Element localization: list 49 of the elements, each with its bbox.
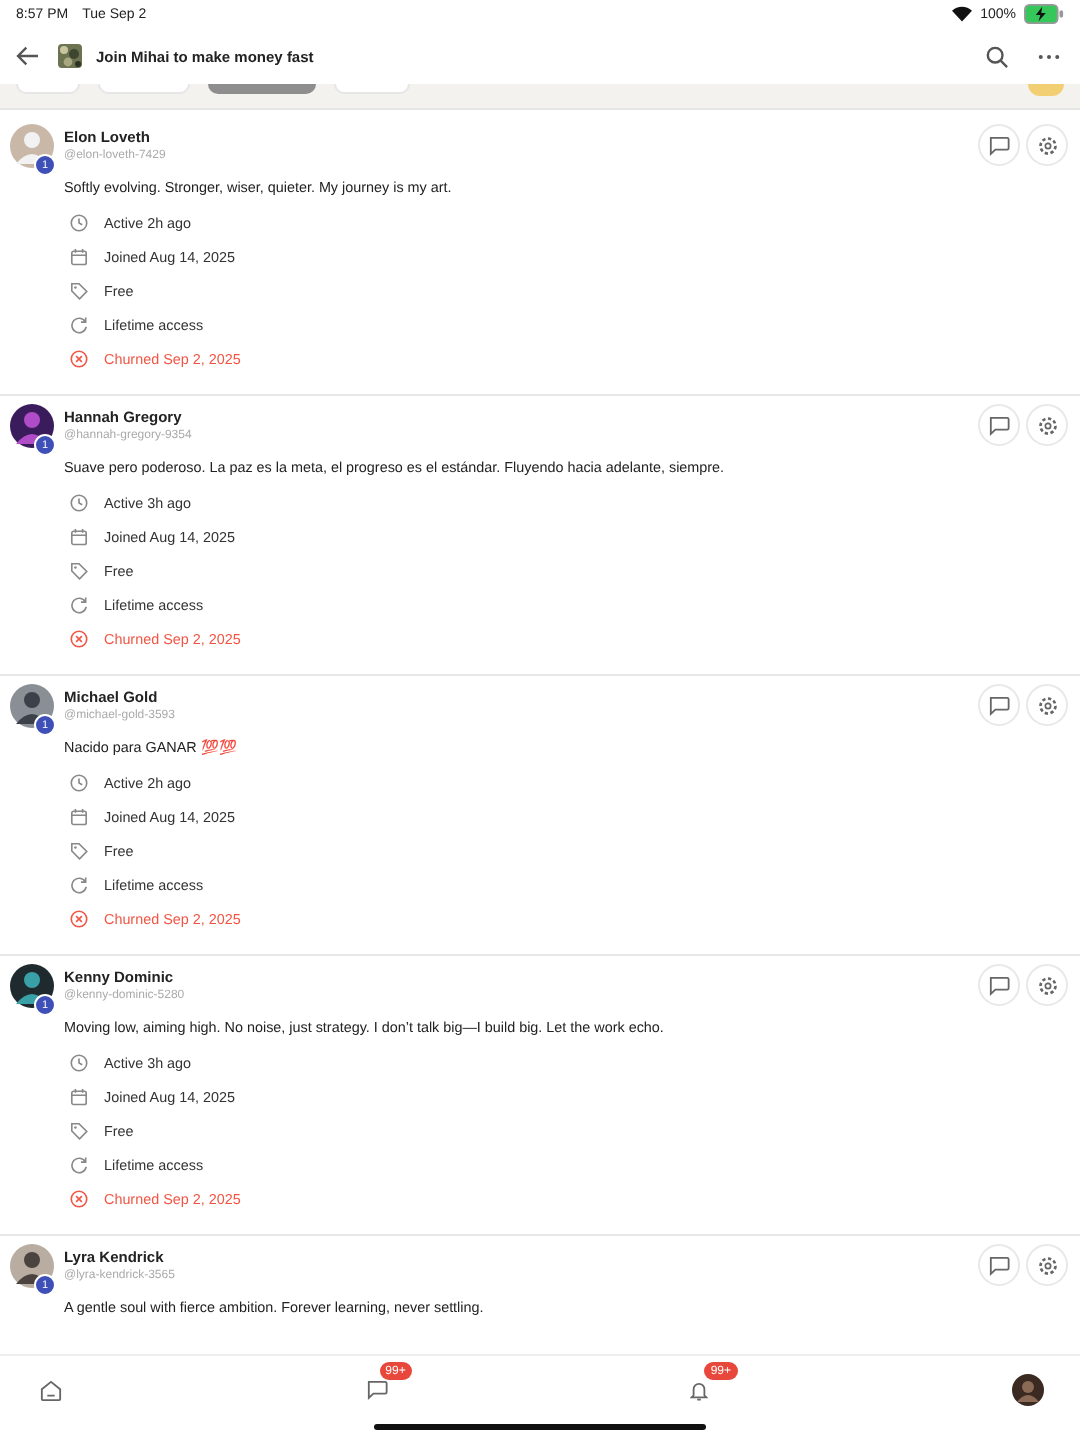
search-icon[interactable] bbox=[986, 45, 1008, 67]
settings-icon bbox=[1037, 135, 1057, 155]
settings-button[interactable] bbox=[1026, 404, 1068, 446]
clock-icon bbox=[70, 214, 88, 232]
message-button[interactable] bbox=[978, 684, 1020, 726]
cancel-icon bbox=[70, 350, 88, 368]
back-arrow-icon[interactable] bbox=[16, 46, 40, 66]
settings-button[interactable] bbox=[1026, 124, 1068, 166]
cancel-icon bbox=[70, 910, 88, 928]
message-button[interactable] bbox=[978, 1244, 1020, 1286]
bell-icon[interactable] bbox=[690, 1379, 709, 1401]
settings-button[interactable] bbox=[1026, 1244, 1068, 1286]
clock-icon bbox=[70, 494, 88, 512]
settings-icon bbox=[1037, 1255, 1057, 1275]
refresh-icon bbox=[70, 1156, 88, 1174]
calendar-icon bbox=[70, 808, 88, 826]
settings-icon bbox=[1037, 975, 1057, 995]
cancel-icon bbox=[70, 1190, 88, 1208]
settings-button[interactable] bbox=[1026, 964, 1068, 1006]
settings-button[interactable] bbox=[1026, 684, 1068, 726]
tag-icon bbox=[70, 842, 88, 860]
settings-icon bbox=[1037, 695, 1057, 715]
calendar-icon bbox=[70, 248, 88, 266]
tag-icon bbox=[70, 562, 88, 580]
tag-icon bbox=[70, 1122, 88, 1140]
message-button[interactable] bbox=[978, 964, 1020, 1006]
settings-icon bbox=[1037, 415, 1057, 435]
message-button[interactable] bbox=[978, 124, 1020, 166]
refresh-icon bbox=[70, 596, 88, 614]
chat-bubble-icon bbox=[988, 135, 1010, 155]
home-icon[interactable] bbox=[40, 1379, 62, 1401]
cancel-icon bbox=[70, 630, 88, 648]
wifi-icon bbox=[952, 6, 973, 22]
message-button[interactable] bbox=[978, 404, 1020, 446]
calendar-icon bbox=[70, 1088, 88, 1106]
calendar-icon bbox=[70, 528, 88, 546]
refresh-icon bbox=[70, 876, 88, 894]
refresh-icon bbox=[70, 316, 88, 334]
more-icon[interactable] bbox=[1038, 53, 1060, 59]
chat-bubble-icon bbox=[988, 1255, 1010, 1275]
clock-icon bbox=[70, 774, 88, 792]
chat-bubble-icon bbox=[988, 975, 1010, 995]
chat-bubble-icon bbox=[988, 695, 1010, 715]
battery-icon bbox=[1024, 4, 1064, 24]
tag-icon bbox=[70, 282, 88, 300]
chat-bubble-icon bbox=[988, 415, 1010, 435]
filter-chip[interactable] bbox=[208, 84, 316, 94]
chat-bubble-icon[interactable] bbox=[365, 1380, 388, 1400]
clock-icon bbox=[70, 1054, 88, 1072]
